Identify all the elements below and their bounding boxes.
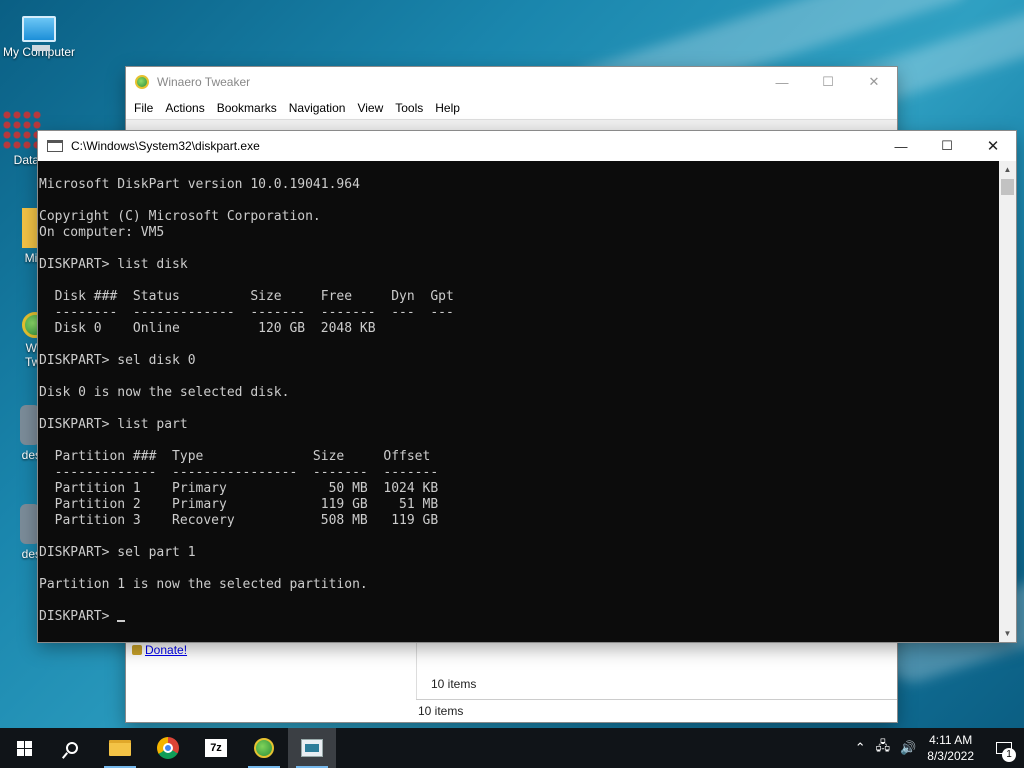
taskbar: 7z ⌃ 🖧 🔊 4:11 AM 8/3/2022 1 — [0, 728, 1024, 768]
text-cursor — [117, 620, 126, 622]
folder-icon — [22, 208, 38, 248]
winaero-toolbar — [126, 119, 897, 131]
console-line: Partition 1 is now the selected partitio… — [39, 577, 368, 592]
maximize-button[interactable]: ☐ — [805, 67, 851, 97]
menu-view[interactable]: View — [351, 101, 389, 115]
console-line: Partition 2 Primary 119 GB 51 MB — [39, 497, 439, 512]
console-output[interactable]: Microsoft DiskPart version 10.0.19041.96… — [38, 161, 999, 642]
items-count: 10 items — [431, 677, 477, 691]
file-explorer-icon — [109, 740, 131, 756]
chrome-icon — [157, 737, 179, 759]
console-line: DISKPART> list disk — [39, 257, 188, 272]
console-icon — [47, 140, 63, 152]
winaero-titlebar[interactable]: Winaero Tweaker — ☐ ✕ — [126, 67, 897, 97]
search-button[interactable] — [48, 728, 96, 768]
clock-time: 4:11 AM — [929, 733, 973, 747]
console-line: Disk 0 Online 120 GB 2048 KB — [39, 321, 376, 336]
console-line: Microsoft DiskPart version 10.0.19041.96… — [39, 177, 360, 192]
console-line: DISKPART> sel disk 0 — [39, 353, 196, 368]
console-line: -------- ------------- ------- ------- -… — [39, 305, 454, 320]
winaero-app-icon — [135, 75, 149, 89]
taskbar-console[interactable] — [288, 728, 336, 768]
console-line: DISKPART> sel part 1 — [39, 545, 196, 560]
minimize-button[interactable]: — — [878, 131, 924, 161]
minimize-button[interactable]: — — [759, 67, 805, 97]
console-line: Partition 1 Primary 50 MB 1024 KB — [39, 481, 439, 496]
status-items-count: 10 items — [418, 704, 464, 718]
console-line: Partition ### Type Size Offset — [39, 449, 431, 464]
scroll-thumb[interactable] — [1001, 179, 1014, 195]
winaero-content-panel: 10 items — [416, 636, 897, 699]
menu-help[interactable]: Help — [429, 101, 466, 115]
winaero-title: Winaero Tweaker — [157, 75, 251, 89]
close-button[interactable]: ✕ — [970, 131, 1016, 161]
menu-bookmarks[interactable]: Bookmarks — [211, 101, 283, 115]
taskbar-7zip[interactable]: 7z — [192, 728, 240, 768]
gear-icon — [20, 504, 40, 544]
clock-date: 8/3/2022 — [927, 749, 974, 763]
scroll-up-icon[interactable]: ▲ — [999, 161, 1016, 178]
taskbar-chrome[interactable] — [144, 728, 192, 768]
chevron-up-icon[interactable]: ⌃ — [855, 740, 866, 756]
close-button[interactable]: ✕ — [851, 67, 897, 97]
start-icon — [16, 740, 32, 756]
notification-button[interactable]: 1 — [984, 728, 1024, 768]
system-tray: ⌃ 🖧 🔊 4:11 AM 8/3/2022 1 — [850, 728, 1024, 768]
clock[interactable]: 4:11 AM 8/3/2022 — [927, 732, 974, 764]
console-scrollbar[interactable]: ▲ ▼ — [999, 161, 1016, 642]
donate-label: Donate! — [145, 643, 188, 657]
donate-icon — [132, 645, 142, 655]
maximize-button[interactable]: ☐ — [924, 131, 970, 161]
console-icon — [301, 739, 323, 757]
volume-icon[interactable]: 🔊 — [900, 740, 916, 756]
donate-link[interactable]: Donate! — [132, 643, 187, 657]
winaero-tree-panel: Donate! — [126, 636, 416, 722]
scroll-down-icon[interactable]: ▼ — [999, 625, 1016, 642]
network-icon[interactable]: 🖧 — [876, 737, 891, 759]
menu-tools[interactable]: Tools — [389, 101, 429, 115]
winaero-statusbar: 10 items — [416, 699, 897, 721]
console-prompt: DISKPART> — [39, 609, 118, 624]
computer-icon — [22, 16, 56, 51]
start-button[interactable] — [0, 728, 48, 768]
console-prompt-line[interactable]: DISKPART> — [39, 609, 999, 625]
console-titlebar[interactable]: C:\Windows\System32\diskpart.exe — ☐ ✕ — [38, 131, 1016, 161]
7zip-icon: 7z — [205, 739, 227, 757]
desktop-icon-my-computer[interactable]: My Computer — [1, 10, 77, 59]
console-title: C:\Windows\System32\diskpart.exe — [71, 139, 260, 153]
console-line: ------------- ---------------- ------- -… — [39, 465, 439, 480]
notification-badge: 1 — [1002, 748, 1016, 762]
search-icon — [66, 742, 78, 754]
menu-actions[interactable]: Actions — [159, 101, 210, 115]
console-line: Copyright (C) Microsoft Corporation. — [39, 209, 321, 224]
menu-navigation[interactable]: Navigation — [283, 101, 352, 115]
taskbar-file-explorer[interactable] — [96, 728, 144, 768]
winaero-menubar: File Actions Bookmarks Navigation View T… — [126, 97, 897, 119]
console-line: Disk ### Status Size Free Dyn Gpt — [39, 289, 454, 304]
console-line: Disk 0 is now the selected disk. — [39, 385, 290, 400]
network-graph-icon — [2, 110, 42, 150]
taskbar-winaero-tweaker[interactable] — [240, 728, 288, 768]
diskpart-console-window: C:\Windows\System32\diskpart.exe — ☐ ✕ M… — [38, 131, 1016, 642]
console-line: DISKPART> list part — [39, 417, 188, 432]
winaero-tweaker-icon — [254, 738, 274, 758]
console-line: On computer: VM5 — [39, 225, 165, 240]
gear-icon — [20, 405, 40, 445]
console-line: Partition 3 Recovery 508 MB 119 GB — [39, 513, 439, 528]
menu-file[interactable]: File — [128, 101, 159, 115]
